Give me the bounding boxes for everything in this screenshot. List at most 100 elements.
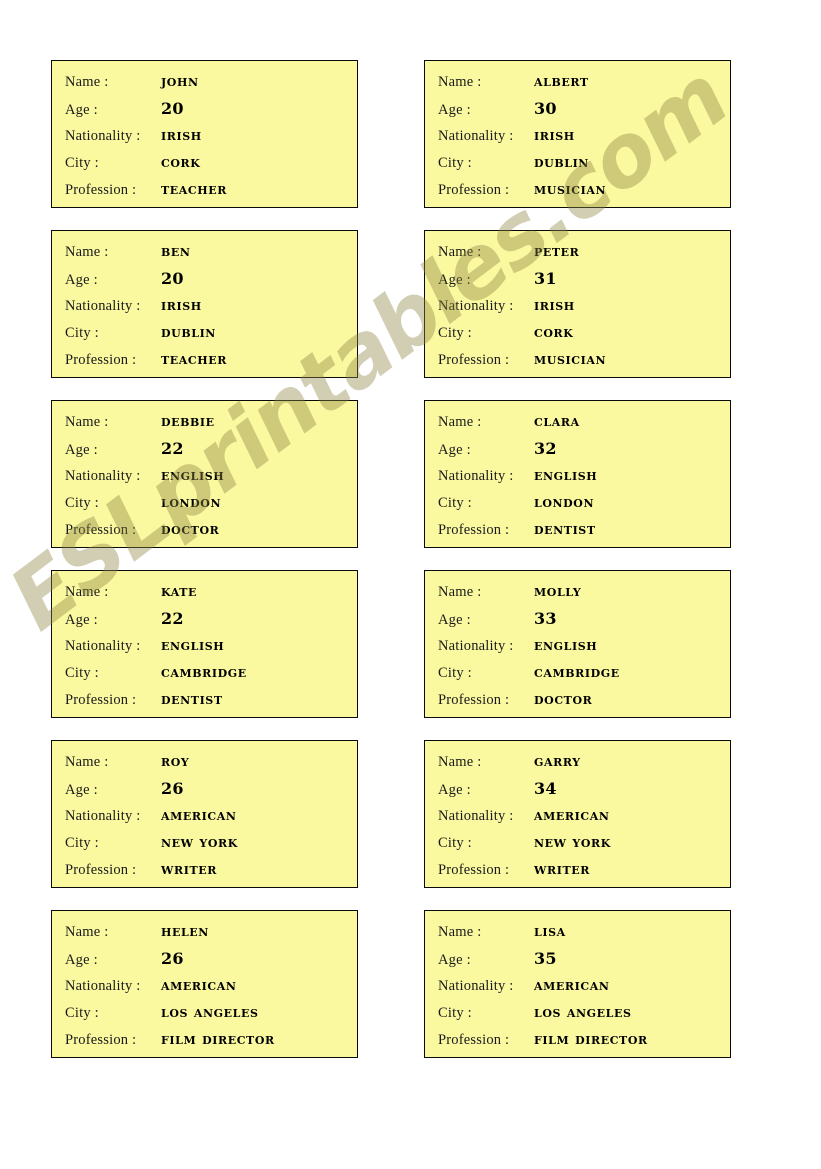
card-field-row-age: Age : 26 <box>65 779 347 806</box>
field-label-name: Name : <box>438 754 482 770</box>
field-label-name: Name : <box>65 244 109 260</box>
card-field-row-profession: Profession : Dentist <box>65 690 347 717</box>
card-field-row-city: City : New York <box>65 833 347 860</box>
field-label-nationality: Nationality : <box>438 638 514 654</box>
field-label-city: City : <box>65 155 99 171</box>
field-value-nationality: English <box>534 636 598 654</box>
field-value-name: Peter <box>534 242 580 260</box>
identity-card: Name : Kate Age : 22 Nationality : English Cit… <box>51 570 358 718</box>
field-value-name: Garry <box>534 752 581 770</box>
card-field-row-profession: Profession : Doctor <box>65 520 347 547</box>
field-value-age: 32 <box>534 439 557 458</box>
card-field-row-nationality: Nationality : English <box>65 466 347 493</box>
card-field-row-nationality: Nationality : American <box>438 976 720 1003</box>
field-label-nationality: Nationality : <box>65 298 141 314</box>
field-label-age: Age : <box>438 272 471 288</box>
field-value-city: Cork <box>161 153 201 171</box>
field-value-name: Lisa <box>534 922 566 940</box>
card-field-row-city: City : Cambridge <box>438 663 720 690</box>
field-value-nationality: Irish <box>161 296 202 314</box>
field-value-profession: Writer <box>534 860 590 878</box>
card-field-row-profession: Profession : Doctor <box>438 690 720 717</box>
field-label-city: City : <box>438 835 472 851</box>
field-value-age: 34 <box>534 779 557 798</box>
card-field-row-name: Name : John <box>65 72 347 99</box>
field-label-nationality: Nationality : <box>438 978 514 994</box>
field-label-city: City : <box>65 325 99 341</box>
card-field-row-city: City : London <box>65 493 347 520</box>
field-label-age: Age : <box>438 612 471 628</box>
field-label-profession: Profession : <box>438 692 510 708</box>
field-value-city: Los Angeles <box>161 1003 259 1021</box>
card-field-row-city: City : Los Angeles <box>438 1003 720 1030</box>
field-value-name: Kate <box>161 582 198 600</box>
card-field-row-profession: Profession : Musician <box>438 180 720 207</box>
field-label-name: Name : <box>65 584 109 600</box>
field-label-profession: Profession : <box>438 352 510 368</box>
identity-card: Name : Helen Age : 26 Nationality : American C… <box>51 910 358 1058</box>
field-label-city: City : <box>65 495 99 511</box>
card-field-row-name: Name : Peter <box>438 242 720 269</box>
field-label-city: City : <box>65 835 99 851</box>
field-value-profession: Dentist <box>534 520 596 538</box>
card-field-row-nationality: Nationality : Irish <box>65 296 347 323</box>
field-label-city: City : <box>438 325 472 341</box>
field-value-name: Ben <box>161 242 191 260</box>
field-value-age: 33 <box>534 609 557 628</box>
field-label-nationality: Nationality : <box>65 638 141 654</box>
field-value-profession: Doctor <box>534 690 593 708</box>
field-value-age: 26 <box>161 949 184 968</box>
field-label-age: Age : <box>438 102 471 118</box>
identity-card: Name : Clara Age : 32 Nationality : English Ci… <box>424 400 731 548</box>
field-value-age: 35 <box>534 949 557 968</box>
identity-cards-grid: Name : John Age : 20 Nationality : Irish City … <box>51 60 731 1058</box>
field-value-age: 20 <box>161 99 184 118</box>
field-value-nationality: Irish <box>534 296 575 314</box>
card-field-row-age: Age : 20 <box>65 269 347 296</box>
identity-card: Name : Molly Age : 33 Nationality : English Ci… <box>424 570 731 718</box>
card-field-row-nationality: Nationality : Irish <box>438 126 720 153</box>
card-field-row-age: Age : 33 <box>438 609 720 636</box>
field-label-nationality: Nationality : <box>438 128 514 144</box>
identity-card: Name : Lisa Age : 35 Nationality : American Ci… <box>424 910 731 1058</box>
card-field-row-name: Name : Lisa <box>438 922 720 949</box>
identity-card: Name : Debbie Age : 22 Nationality : English C… <box>51 400 358 548</box>
field-label-profession: Profession : <box>438 182 510 198</box>
card-field-row-name: Name : Ben <box>65 242 347 269</box>
field-value-city: Dublin <box>161 323 216 341</box>
field-label-name: Name : <box>438 74 482 90</box>
field-value-name: John <box>161 72 199 90</box>
field-label-name: Name : <box>438 414 482 430</box>
card-field-row-city: City : Cork <box>438 323 720 350</box>
field-label-nationality: Nationality : <box>65 128 141 144</box>
field-label-age: Age : <box>438 782 471 798</box>
field-label-profession: Profession : <box>65 352 137 368</box>
card-field-row-age: Age : 34 <box>438 779 720 806</box>
field-value-nationality: American <box>161 976 237 994</box>
identity-card: Name : Peter Age : 31 Nationality : Irish City… <box>424 230 731 378</box>
card-field-row-age: Age : 31 <box>438 269 720 296</box>
field-value-name: Helen <box>161 922 209 940</box>
card-field-row-age: Age : 26 <box>65 949 347 976</box>
card-field-row-name: Name : Roy <box>65 752 347 779</box>
field-value-name: Debbie <box>161 412 215 430</box>
field-value-profession: Film director <box>161 1030 275 1048</box>
field-label-city: City : <box>438 155 472 171</box>
field-label-profession: Profession : <box>438 522 510 538</box>
card-field-row-nationality: Nationality : American <box>65 976 347 1003</box>
card-field-row-city: City : New York <box>438 833 720 860</box>
field-value-nationality: Irish <box>534 126 575 144</box>
card-field-row-age: Age : 22 <box>65 609 347 636</box>
field-value-name: Roy <box>161 752 190 770</box>
field-value-city: New York <box>161 833 238 851</box>
field-label-profession: Profession : <box>65 862 137 878</box>
field-label-age: Age : <box>65 102 98 118</box>
field-label-nationality: Nationality : <box>65 468 141 484</box>
card-field-row-age: Age : 32 <box>438 439 720 466</box>
field-label-name: Name : <box>65 74 109 90</box>
field-value-city: Los Angeles <box>534 1003 632 1021</box>
field-label-profession: Profession : <box>65 692 137 708</box>
field-value-profession: Film director <box>534 1030 648 1048</box>
field-value-city: Cambridge <box>534 663 620 681</box>
card-field-row-city: City : Dublin <box>65 323 347 350</box>
